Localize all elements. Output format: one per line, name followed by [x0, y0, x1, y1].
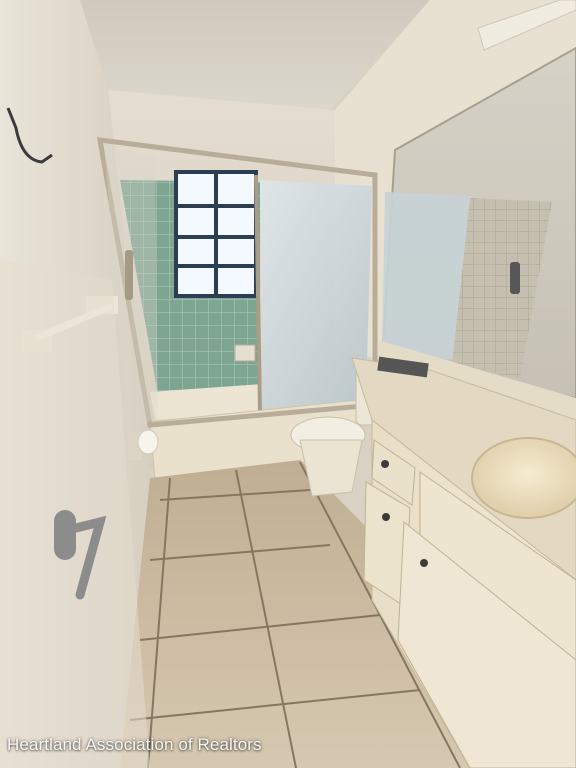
frosted-glass-door [260, 180, 372, 408]
shower-door-handle [125, 250, 133, 300]
sink-basin [471, 437, 576, 519]
mirror-reflection-handle [510, 262, 520, 294]
toilet-paper-roll [137, 429, 159, 455]
right-door-knob [420, 559, 428, 567]
left-door-knob [382, 513, 390, 521]
drawer-knob [381, 460, 389, 468]
bathroom-photo: Heartland Association of Realtors [0, 0, 576, 768]
door-handle-rose [54, 510, 76, 560]
soap-dish [234, 344, 256, 362]
bathroom-illustration [0, 0, 576, 768]
watermark-text: Heartland Association of Realtors [7, 735, 262, 754]
